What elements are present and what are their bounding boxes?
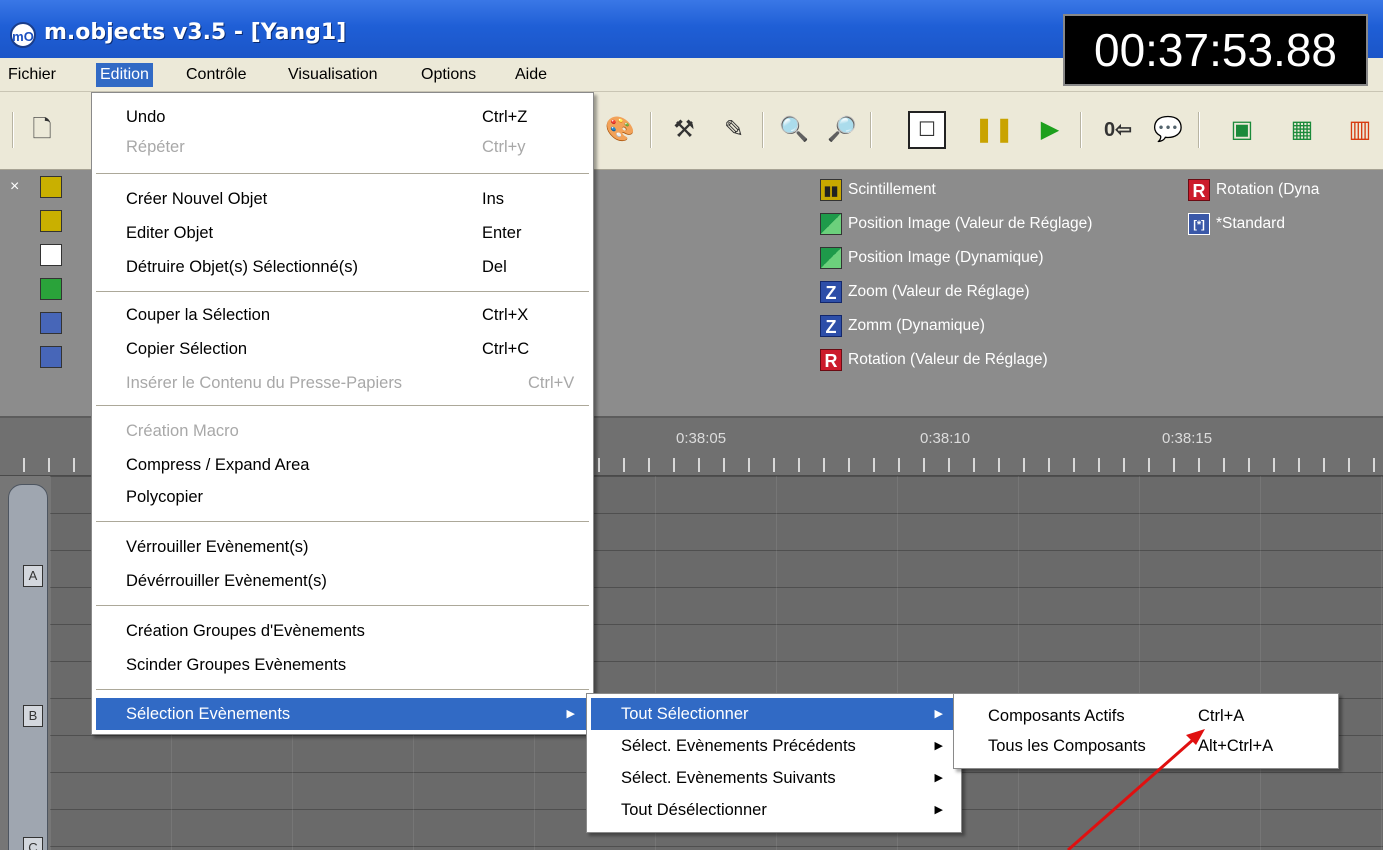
annotation-arrow-icon — [1067, 729, 1205, 850]
